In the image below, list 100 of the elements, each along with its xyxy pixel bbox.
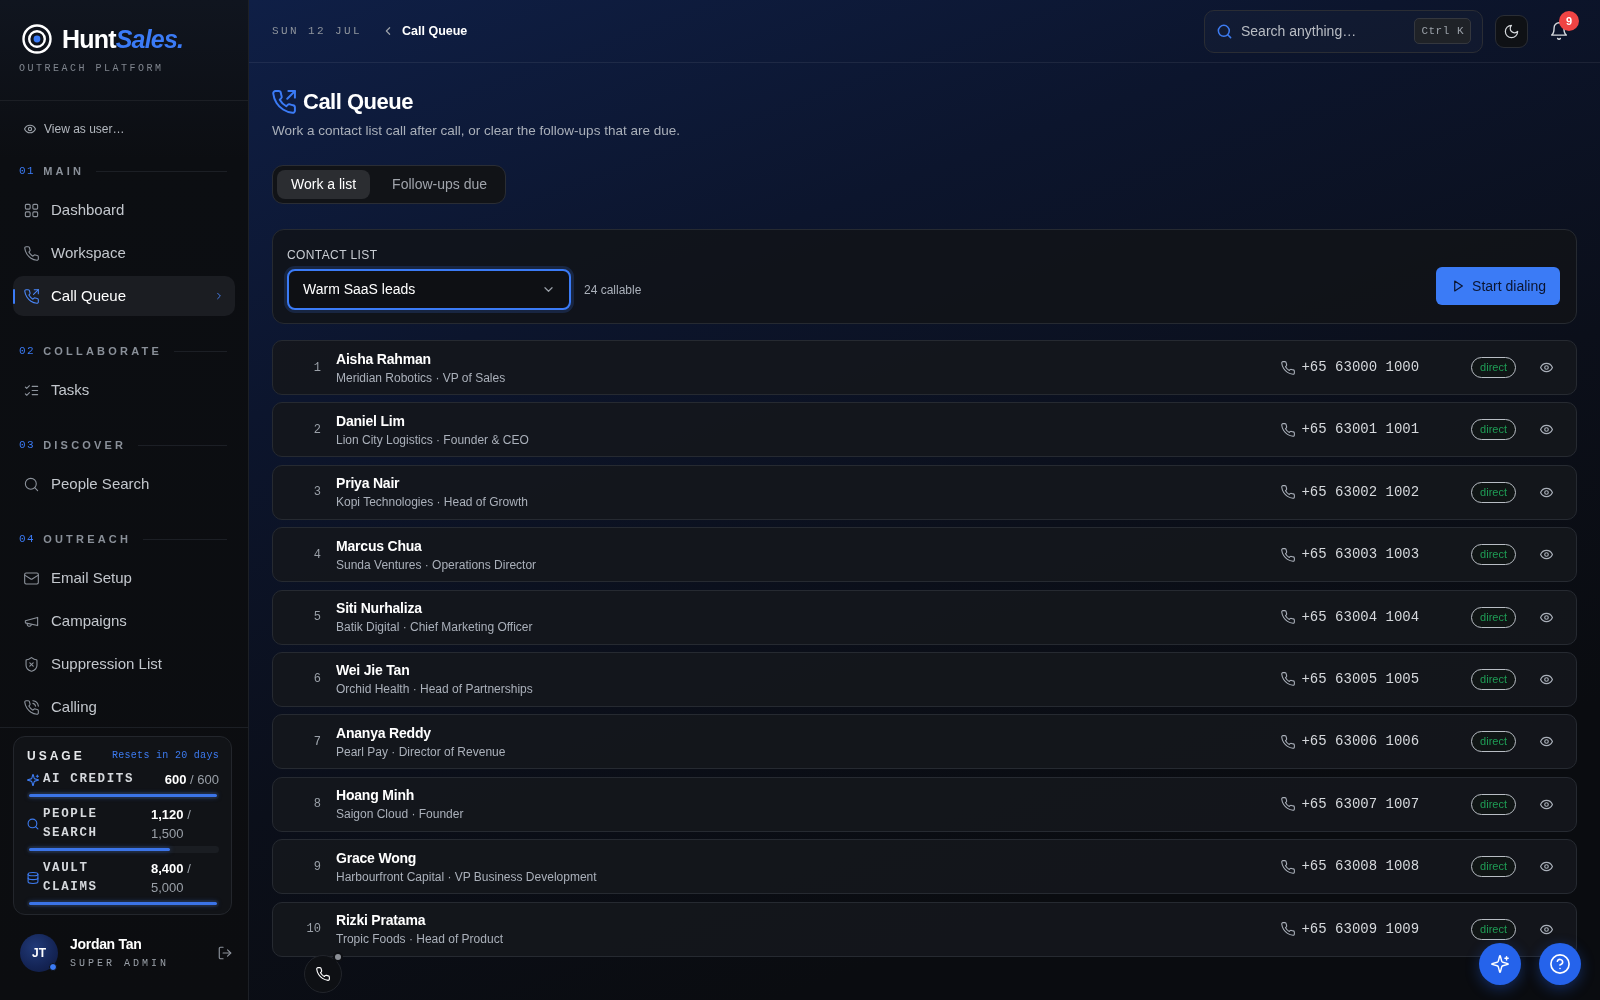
search-field[interactable]: Search anything…: [1241, 20, 1406, 42]
section-number: 01: [19, 164, 36, 178]
section-title: DISCOVER: [43, 438, 127, 452]
contact-details: Lion City Logistics · Founder & CEO: [336, 431, 529, 448]
eye-icon[interactable]: [1540, 485, 1553, 499]
contact-name: Siti Nurhaliza: [336, 599, 422, 618]
contact-row[interactable]: 4 Marcus Chua Sunda Ventures · Operations Director +65 63003 1003 direct: [272, 527, 1577, 583]
tab[interactable]: Work a list: [277, 170, 371, 199]
contact-row[interactable]: 9 Grace Wong Harbourfront Capital · VP Business Development +65 63008 1008 direct: [272, 839, 1577, 895]
eye-icon[interactable]: [1540, 423, 1553, 437]
section-number: 04: [19, 532, 36, 546]
phone-arrow-icon: [272, 90, 296, 114]
eye-icon: [24, 123, 36, 135]
contact-row[interactable]: 1 Aisha Rahman Meridian Robotics · VP of Sales +65 63000 1000 direct: [272, 340, 1577, 395]
brand-name: HuntSales.: [62, 24, 184, 54]
eye-icon[interactable]: [1540, 361, 1553, 374]
phone-icon: [1281, 485, 1296, 500]
contact-row[interactable]: 3 Priya Nair Kopi Technologies · Head of Growth +65 63002 1002 direct: [272, 464, 1577, 520]
contact-list-select[interactable]: Warm SaaS leads: [287, 269, 571, 310]
phone-icon: [316, 967, 330, 981]
field-label: CONTACT LIST: [287, 247, 378, 263]
chevron-right-icon: [214, 291, 224, 301]
nav-item[interactable]: Email Setup: [13, 558, 235, 598]
phone-type-tag: direct: [1471, 918, 1516, 940]
phone-icon: [1281, 797, 1296, 812]
nav-item[interactable]: Suppression List: [13, 644, 235, 684]
nav-item[interactable]: Workspace: [13, 233, 235, 273]
section-number: 03: [19, 438, 36, 452]
search-icon: [24, 476, 39, 492]
contact-details: Pearl Pay · Director of Revenue: [336, 743, 506, 760]
contact-details: Saigon Cloud · Founder: [336, 806, 464, 823]
view-as-user-button[interactable]: View as user…: [24, 119, 125, 139]
status-dot-icon: [49, 963, 57, 971]
user-name: Jordan Tan: [70, 935, 143, 953]
page-subtitle: Work a contact list call after call, or clear the follow-ups that are due.: [272, 122, 680, 140]
row-number: 6: [312, 671, 321, 689]
contact-row[interactable]: 7 Ananya Reddy Pearl Pay · Director of Revenue +65 63006 1006 direct: [272, 714, 1577, 770]
user-avatar: JT: [20, 934, 58, 972]
phone-type-tag: direct: [1471, 668, 1516, 690]
contact-name: Rizki Pratama: [336, 911, 426, 929]
checklist-icon: [24, 382, 39, 398]
phone-icon: [24, 699, 39, 715]
phone-number: +65 63005 1005: [1301, 669, 1420, 689]
reset-note: Resets in 20 days: [111, 749, 219, 763]
nav-item[interactable]: Call Queue: [13, 276, 235, 316]
phone-icon: [1281, 859, 1296, 874]
grid-icon: [24, 202, 39, 218]
contact-row[interactable]: 8 Hoang Minh Saigon Cloud · Founder +65 63007 1007 direct: [272, 776, 1577, 832]
user-role: SUPER ADMIN: [70, 957, 169, 971]
phone-type-tag: direct: [1471, 856, 1516, 878]
start-dialing-button[interactable]: Start dialing: [1436, 267, 1560, 305]
phone-type-tag: direct: [1471, 357, 1516, 378]
nav-item[interactable]: Calling: [13, 687, 235, 727]
help-icon: [1550, 954, 1570, 974]
contact-details: Meridian Robotics · VP of Sales: [336, 369, 506, 386]
phone-icon: [1281, 422, 1296, 437]
phone-number: +65 63000 1000: [1301, 358, 1420, 377]
nav-item[interactable]: Dashboard: [13, 190, 235, 230]
phone-type-tag: direct: [1471, 481, 1516, 503]
contact-row[interactable]: 10 Rizki Pratama Tropic Foods · Head of Product +65 63009 1009 direct: [272, 901, 1577, 957]
eye-icon[interactable]: [1540, 610, 1553, 624]
eye-icon[interactable]: [1540, 797, 1553, 811]
row-number: 8: [312, 796, 321, 814]
usage-label: VAULT CLAIMS: [43, 860, 99, 896]
page-title: Call Queue: [303, 88, 413, 116]
contact-name: Wei Jie Tan: [336, 661, 410, 680]
usage-value: 1,120 / 1,500: [150, 806, 192, 843]
target-icon: [22, 24, 52, 54]
eye-icon[interactable]: [1540, 672, 1553, 686]
theme-toggle-button[interactable]: [1495, 14, 1528, 48]
brand-tagline: OUTREACH PLATFORM: [19, 63, 164, 75]
phone-icon: [1281, 610, 1296, 625]
bell-icon[interactable]: [1550, 22, 1568, 40]
search-bar[interactable]: Search anything… Ctrl K: [1204, 9, 1483, 53]
eye-icon[interactable]: [1540, 860, 1553, 874]
envelope-icon: [24, 570, 39, 586]
tab[interactable]: Follow-ups due: [378, 170, 502, 199]
nav-item[interactable]: People Search: [13, 464, 235, 504]
nav-item[interactable]: Tasks: [13, 370, 235, 410]
shield-icon: [24, 656, 39, 672]
notification-count: 9: [1559, 11, 1579, 31]
phone-type-tag: direct: [1471, 606, 1516, 628]
section-number: 02: [19, 344, 36, 358]
callable-count: 24 callable: [584, 281, 642, 299]
logout-icon[interactable]: [218, 946, 232, 960]
nav-item[interactable]: Campaigns: [13, 601, 235, 641]
row-number: 9: [312, 858, 321, 876]
breadcrumb-current: Call Queue: [402, 22, 468, 40]
eye-icon[interactable]: [1540, 735, 1553, 749]
sparkle-icon: [1491, 955, 1509, 973]
eye-icon[interactable]: [1540, 922, 1553, 936]
phone-type-tag: direct: [1471, 544, 1516, 566]
contact-row[interactable]: 2 Daniel Lim Lion City Logistics · Founder & CEO +65 63001 1001 direct: [272, 402, 1577, 458]
search-icon: [1217, 23, 1232, 39]
contact-row[interactable]: 6 Wei Jie Tan Orchid Health · Head of Partnerships +65 63005 1005 direct: [272, 651, 1577, 707]
contact-details: Tropic Foods · Head of Product: [336, 931, 503, 947]
eye-icon[interactable]: [1540, 548, 1553, 562]
contact-row[interactable]: 5 Siti Nurhaliza Batik Digital · Chief Marketing Officer +65 63004 1004 direct: [272, 589, 1577, 645]
usage-value: 8,400 / 5,000: [150, 860, 192, 897]
phone-icon: [1281, 360, 1296, 375]
